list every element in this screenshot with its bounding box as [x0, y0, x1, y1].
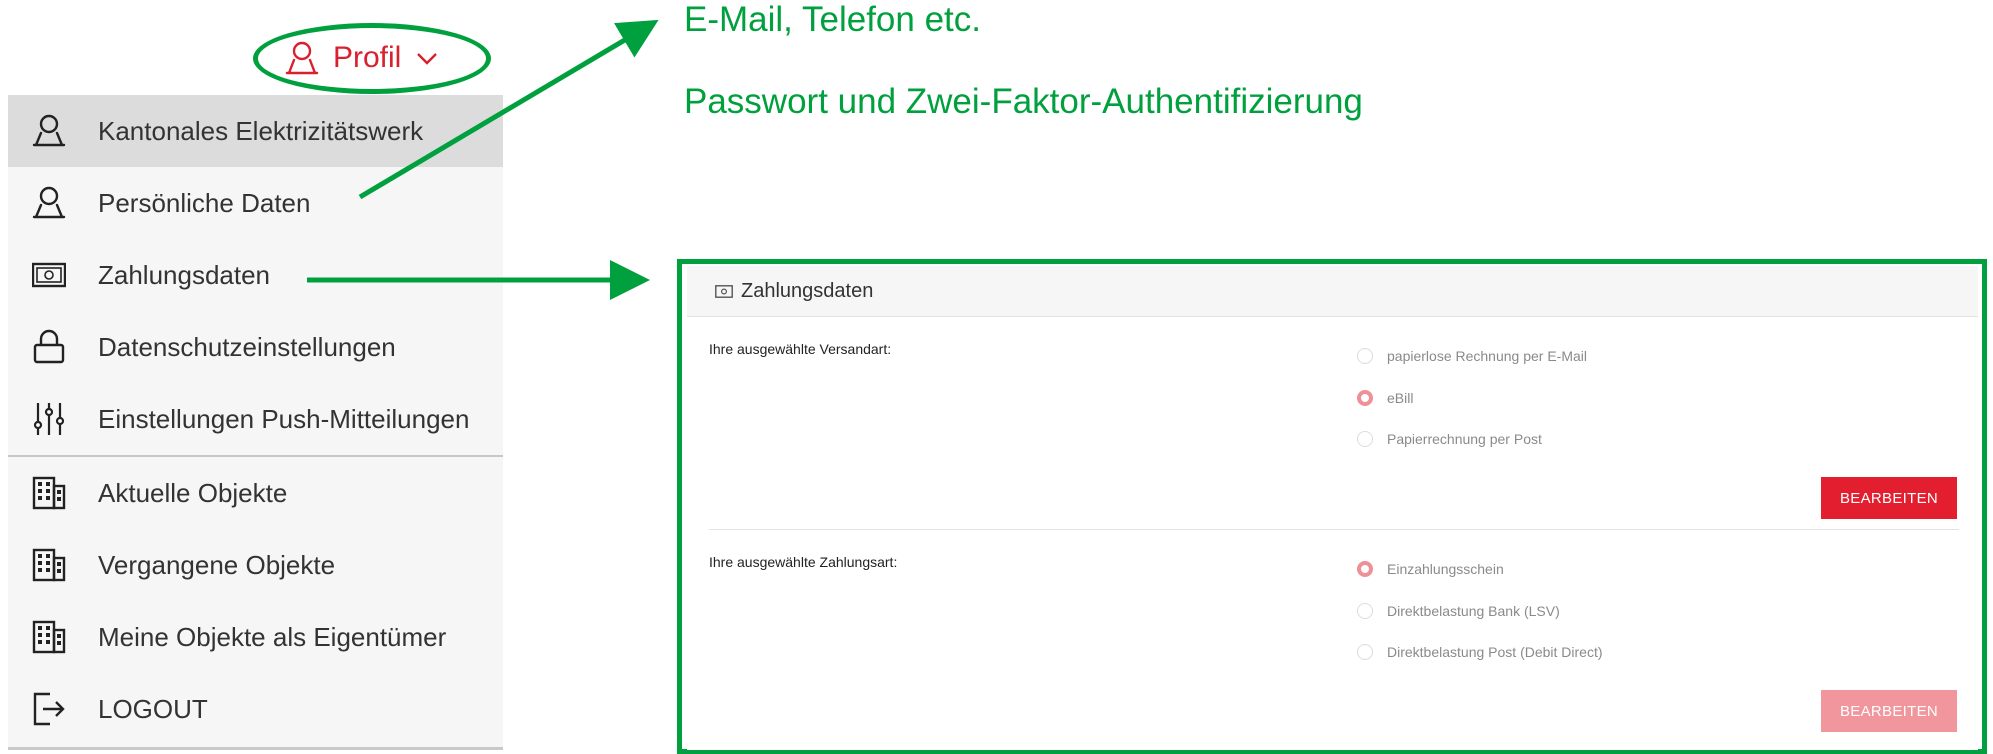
delivery-method-label: Ihre ausgewählte Versandart:	[709, 341, 892, 357]
radio-button[interactable]	[1357, 603, 1373, 619]
payment-option-einzahlungsschein[interactable]: Einzahlungsschein	[1357, 557, 1504, 581]
banknote-icon	[715, 284, 733, 298]
delivery-option-ebill[interactable]: eBill	[1357, 386, 1413, 410]
radio-button-selected[interactable]	[1357, 561, 1373, 577]
option-label: Direktbelastung Post (Debit Direct)	[1387, 644, 1603, 660]
radio-button[interactable]	[1357, 348, 1373, 364]
arrow-persoenliche-daten	[358, 19, 659, 200]
payment-details-panel: Zahlungsdaten Ihre ausgewählte Versandar…	[687, 266, 1978, 750]
radio-button[interactable]	[1357, 431, 1373, 447]
payment-option-debit-direct[interactable]: Direktbelastung Post (Debit Direct)	[1357, 640, 1603, 664]
option-label: Papierrechnung per Post	[1387, 431, 1542, 447]
option-label: eBill	[1387, 390, 1414, 406]
edit-delivery-button[interactable]: BEARBEITEN	[1821, 477, 1957, 519]
delivery-option-post[interactable]: Papierrechnung per Post	[1357, 427, 1542, 451]
edit-payment-button[interactable]: BEARBEITEN	[1821, 690, 1957, 732]
payment-option-lsv[interactable]: Direktbelastung Bank (LSV)	[1357, 599, 1560, 623]
payment-method-label: Ihre ausgewählte Zahlungsart:	[709, 554, 898, 570]
option-label: Direktbelastung Bank (LSV)	[1387, 603, 1560, 619]
radio-button-selected[interactable]	[1357, 390, 1373, 406]
panel-header: Zahlungsdaten	[687, 266, 1978, 317]
option-label: Einzahlungsschein	[1387, 561, 1504, 577]
panel-title: Zahlungsdaten	[741, 279, 874, 302]
radio-button[interactable]	[1357, 644, 1373, 660]
delivery-option-email[interactable]: papierlose Rechnung per E-Mail	[1357, 344, 1587, 368]
option-label: papierlose Rechnung per E-Mail	[1387, 348, 1587, 364]
section-divider	[709, 529, 1959, 530]
